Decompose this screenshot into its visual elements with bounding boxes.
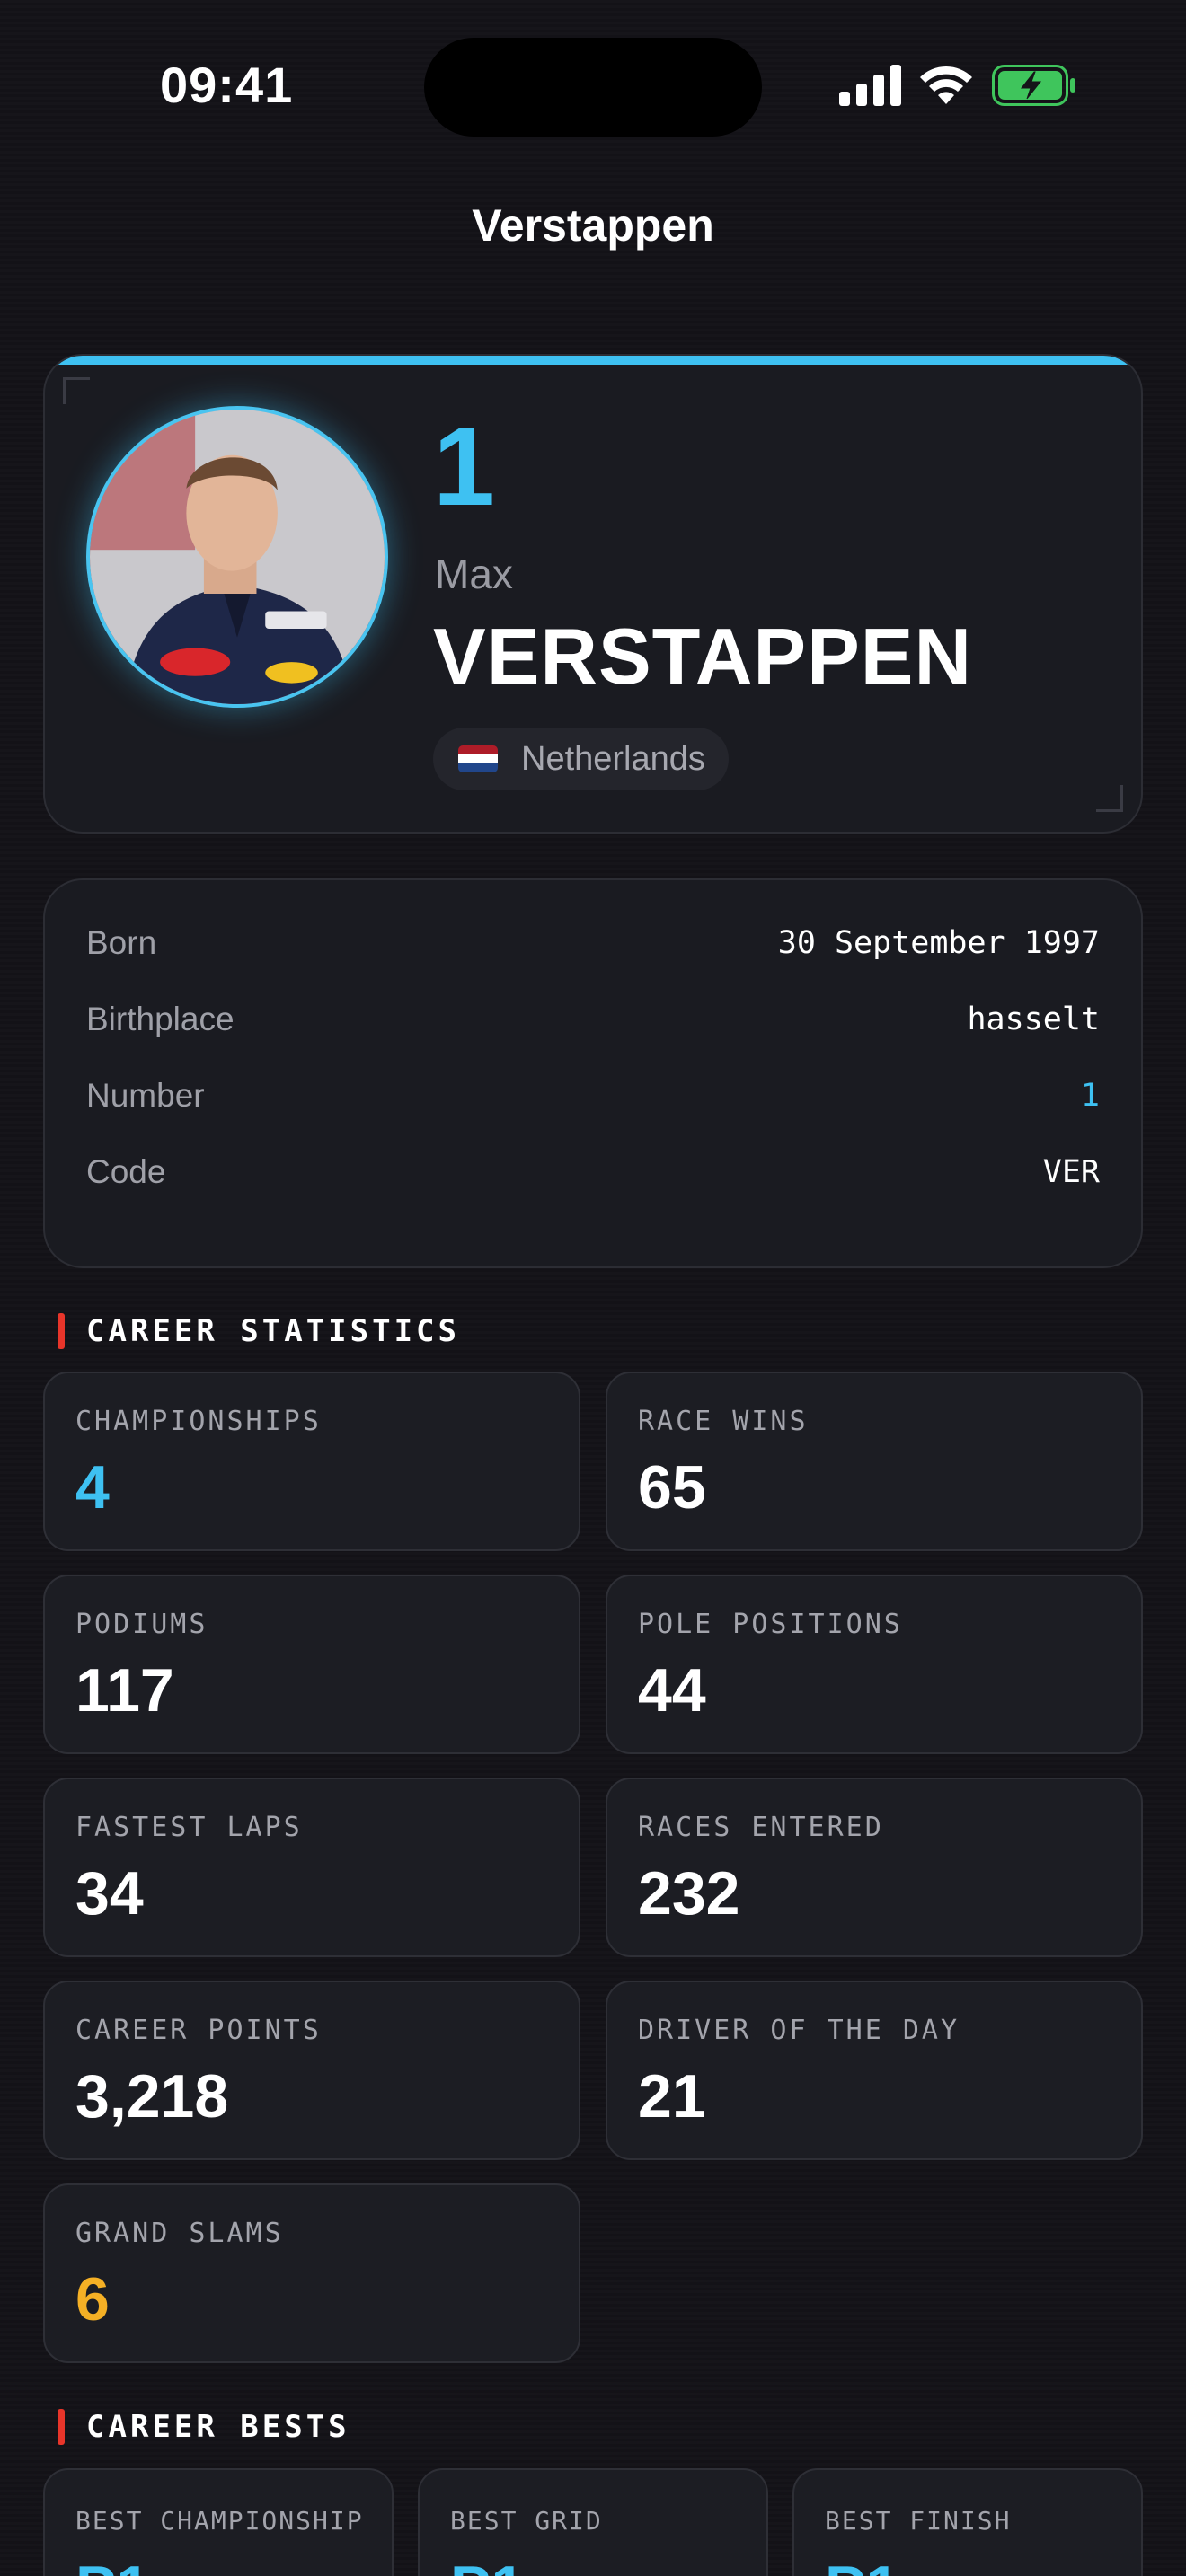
info-label: Born bbox=[86, 924, 157, 961]
best-tile-grid: BEST GRID P1 bbox=[418, 2468, 768, 2576]
section-accent-bar bbox=[58, 2409, 65, 2445]
info-label: Number bbox=[86, 1077, 205, 1114]
page-title: Verstappen bbox=[472, 200, 714, 251]
stat-label: GRAND SLAMS bbox=[75, 2218, 284, 2249]
best-label: BEST FINISH bbox=[825, 2506, 1012, 2536]
stat-value: 44 bbox=[638, 1656, 706, 1725]
best-tile-championship: BEST CHAMPIONSHIP P1 bbox=[43, 2468, 394, 2576]
info-value: 30 September 1997 bbox=[777, 925, 1100, 961]
info-value: VER bbox=[1042, 1154, 1100, 1190]
section-title: CAREER BESTS bbox=[86, 2409, 350, 2445]
driver-avatar bbox=[86, 406, 388, 708]
stat-tile-race-wins: RACE WINS 65 bbox=[606, 1372, 1143, 1551]
stat-label: FASTEST LAPS bbox=[75, 1812, 303, 1843]
info-value: hasselt bbox=[967, 1001, 1100, 1037]
dynamic-island bbox=[424, 38, 762, 137]
nationality-badge: Netherlands bbox=[433, 728, 729, 790]
stat-tile-driver-of-the-day: DRIVER OF THE DAY 21 bbox=[606, 1981, 1143, 2160]
info-label: Code bbox=[86, 1153, 166, 1190]
stat-label: RACE WINS bbox=[638, 1406, 809, 1437]
stat-value: 6 bbox=[75, 2265, 110, 2333]
wifi-icon bbox=[920, 66, 972, 104]
best-value: P1 bbox=[825, 2553, 899, 2576]
best-value: P1 bbox=[75, 2553, 150, 2576]
battery-charging-icon bbox=[992, 65, 1075, 106]
best-label: BEST GRID bbox=[450, 2506, 603, 2536]
info-value: 1 bbox=[1080, 1078, 1100, 1114]
status-bar: 09:41 bbox=[0, 0, 1186, 171]
stat-tile-pole-positions: POLE POSITIONS 44 bbox=[606, 1575, 1143, 1754]
section-title: CAREER STATISTICS bbox=[86, 1313, 460, 1349]
stat-tile-podiums: PODIUMS 117 bbox=[43, 1575, 580, 1754]
stat-value: 4 bbox=[75, 1453, 110, 1522]
corner-bracket-top-left bbox=[63, 377, 90, 404]
stat-label: POLE POSITIONS bbox=[638, 1609, 903, 1640]
stat-value: 65 bbox=[638, 1453, 706, 1522]
stat-tile-races-entered: RACES ENTERED 232 bbox=[606, 1778, 1143, 1957]
stat-value: 21 bbox=[638, 2062, 706, 2130]
driver-info-card: Born 30 September 1997 Birthplace hassel… bbox=[43, 878, 1143, 1268]
info-row-number: Number 1 bbox=[86, 1069, 1100, 1123]
info-row-code: Code VER bbox=[86, 1145, 1100, 1199]
corner-bracket-bottom-right bbox=[1096, 785, 1123, 812]
stat-label: CAREER POINTS bbox=[75, 2015, 322, 2046]
best-label: BEST CHAMPIONSHIP bbox=[75, 2506, 364, 2536]
stat-value: 3,218 bbox=[75, 2062, 229, 2130]
stat-tile-grand-slams: GRAND SLAMS 6 bbox=[43, 2183, 580, 2363]
info-row-birthplace: Birthplace hasselt bbox=[86, 992, 1100, 1046]
info-label: Birthplace bbox=[86, 1001, 235, 1037]
section-header-career-bests: CAREER BESTS bbox=[58, 2409, 350, 2445]
best-value: P1 bbox=[450, 2553, 525, 2576]
stat-tile-fastest-laps: FASTEST LAPS 34 bbox=[43, 1778, 580, 1957]
netherlands-flag-icon bbox=[458, 745, 498, 772]
info-row-born: Born 30 September 1997 bbox=[86, 916, 1100, 970]
section-accent-bar bbox=[58, 1313, 65, 1349]
driver-last-name: VERSTAPPEN bbox=[433, 612, 973, 701]
section-header-career-statistics: CAREER STATISTICS bbox=[58, 1313, 460, 1349]
stat-label: CHAMPIONSHIPS bbox=[75, 1406, 322, 1437]
driver-first-name: Max bbox=[435, 551, 513, 597]
team-accent-bar bbox=[45, 356, 1141, 365]
stat-label: PODIUMS bbox=[75, 1609, 208, 1640]
stat-label: DRIVER OF THE DAY bbox=[638, 2015, 960, 2046]
nationality-label: Netherlands bbox=[521, 739, 705, 778]
driver-hero-card: 1 Max VERSTAPPEN Netherlands bbox=[43, 354, 1143, 834]
stat-tile-championships: CHAMPIONSHIPS 4 bbox=[43, 1372, 580, 1551]
stat-value: 117 bbox=[75, 1656, 174, 1725]
stat-label: RACES ENTERED bbox=[638, 1812, 884, 1843]
stat-value: 34 bbox=[75, 1859, 144, 1928]
best-tile-finish: BEST FINISH P1 bbox=[792, 2468, 1143, 2576]
driver-number: 1 bbox=[433, 405, 495, 529]
cellular-signal-icon bbox=[839, 65, 901, 106]
stat-value: 232 bbox=[638, 1859, 740, 1928]
stat-tile-career-points: CAREER POINTS 3,218 bbox=[43, 1981, 580, 2160]
status-time: 09:41 bbox=[160, 57, 294, 113]
